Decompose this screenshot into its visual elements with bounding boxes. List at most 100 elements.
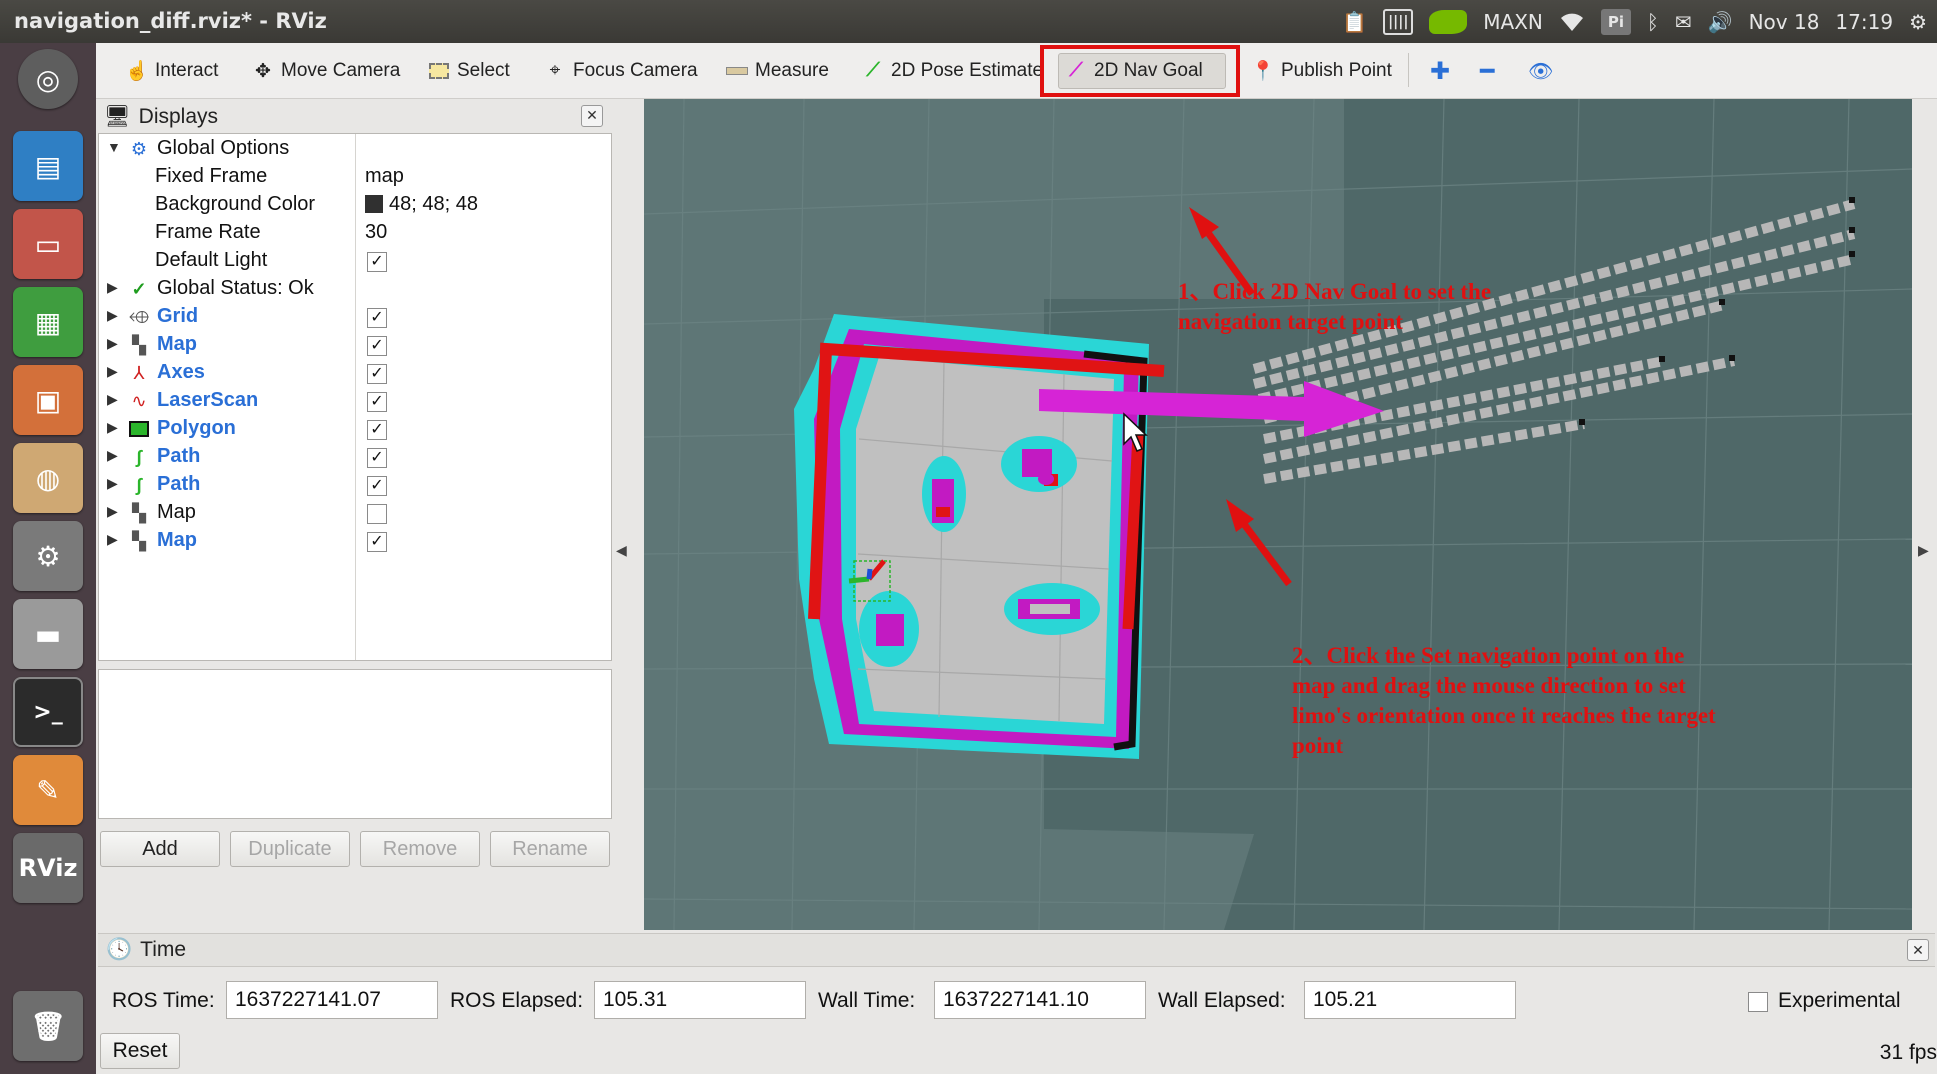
checkbox[interactable]: ✓: [367, 448, 387, 468]
row-value[interactable]: 30: [365, 221, 387, 244]
writer-icon[interactable]: ▤: [13, 131, 83, 201]
step-1-annotation: 1、Click 2D Nav Goal to set the navigatio…: [1178, 279, 1492, 334]
checkbox[interactable]: ✓: [367, 364, 387, 384]
terminal-icon[interactable]: >_: [13, 677, 83, 747]
add-tool-button[interactable]: ✚: [1424, 53, 1456, 89]
tree-row-global-status[interactable]: ▶ ✓ Global Status: Ok: [99, 276, 611, 304]
expand-right-icon[interactable]: ▶: [107, 279, 123, 299]
rename-button[interactable]: Rename: [490, 831, 610, 867]
rviz-icon[interactable]: RViz: [13, 833, 83, 903]
checkbox[interactable]: [367, 504, 387, 524]
bluetooth-icon[interactable]: ᛒ: [1647, 10, 1659, 34]
wall-elapsed-field[interactable]: 105.21: [1304, 981, 1516, 1019]
system-settings-icon[interactable]: ⚙: [13, 521, 83, 591]
publish-point-tool[interactable]: 📍 Publish Point: [1246, 53, 1398, 89]
duplicate-button[interactable]: Duplicate: [230, 831, 350, 867]
tree-row-grid[interactable]: ▶ ⬲ Grid ✓: [99, 304, 611, 332]
volume-icon[interactable]: 🔊: [1708, 10, 1733, 34]
experimental-checkbox[interactable]: [1748, 992, 1768, 1012]
close-icon[interactable]: ✕: [1907, 939, 1929, 961]
expand-right-icon[interactable]: ▶: [107, 531, 123, 551]
tree-row-axes[interactable]: ▶ ⅄ Axes ✓: [99, 360, 611, 388]
row-label: Polygon: [157, 417, 236, 439]
close-icon[interactable]: ✕: [581, 105, 603, 127]
collapse-right-icon[interactable]: ▶: [1918, 543, 1929, 559]
mail-icon[interactable]: ✉: [1675, 10, 1692, 34]
ros-time-field[interactable]: 1637227141.07: [226, 981, 438, 1019]
tree-row-fixed-frame[interactable]: Fixed Frame map: [99, 164, 611, 192]
text-editor-icon[interactable]: ✎: [13, 755, 83, 825]
rviz-window: ☝ Interact ✥ Move Camera Select ⌖ Focus …: [96, 43, 1937, 1074]
window-title: navigation_diff.rviz* - RViz: [14, 9, 327, 33]
view-options-eye-icon[interactable]: 👁: [1522, 53, 1559, 89]
row-label: Path: [157, 445, 201, 467]
row-label: Global Options: [157, 137, 290, 159]
pi-indicator[interactable]: Pi: [1600, 8, 1631, 35]
calc-icon[interactable]: ▦: [13, 287, 83, 357]
expand-right-icon[interactable]: ▶: [107, 447, 123, 467]
clipboard-icon[interactable]: 📋: [1342, 10, 1367, 34]
trash-icon[interactable]: 🗑: [13, 991, 83, 1061]
focus-camera-tool[interactable]: ⌖ Focus Camera: [538, 53, 704, 89]
tree-row-frame-rate[interactable]: Frame Rate 30: [99, 220, 611, 248]
ros-elapsed-field[interactable]: 105.31: [594, 981, 806, 1019]
reset-button[interactable]: Reset: [100, 1033, 180, 1069]
ruler-icon: [726, 60, 748, 82]
map-icon: ▚: [132, 334, 146, 355]
interact-tool[interactable]: ☝ Interact: [120, 53, 224, 89]
files-icon[interactable]: ▭: [13, 209, 83, 279]
3d-view[interactable]: 1、Click 2D Nav Goal to set the navigatio…: [644, 99, 1912, 930]
map-render[interactable]: [644, 99, 1912, 930]
expand-right-icon[interactable]: ▶: [107, 503, 123, 523]
drive-icon[interactable]: ▬: [13, 599, 83, 669]
checkbox[interactable]: ✓: [367, 336, 387, 356]
checkbox[interactable]: ✓: [367, 420, 387, 440]
remove-button[interactable]: Remove: [360, 831, 480, 867]
nvidia-icon[interactable]: [1429, 9, 1468, 34]
row-value[interactable]: map: [365, 165, 404, 188]
wall-time-field[interactable]: 1637227141.10: [934, 981, 1146, 1019]
expand-right-icon[interactable]: ▶: [107, 419, 123, 439]
tree-row-map[interactable]: ▶ ▚ Map ✓: [99, 332, 611, 360]
checkbox[interactable]: ✓: [367, 252, 387, 272]
hand-pointer-icon: ☝: [125, 61, 149, 82]
move-camera-tool[interactable]: ✥ Move Camera: [246, 53, 406, 89]
tree-row-default-light[interactable]: Default Light ✓: [99, 248, 611, 276]
expand-right-icon[interactable]: ▶: [107, 307, 123, 327]
software-center-icon[interactable]: ◍: [13, 443, 83, 513]
power-mode-label[interactable]: MAXN: [1483, 10, 1543, 34]
expand-right-icon[interactable]: ▶: [107, 391, 123, 411]
row-value[interactable]: 48; 48; 48: [365, 193, 478, 216]
tree-row-polygon[interactable]: ▶ Polygon ✓: [99, 416, 611, 444]
tree-row-map[interactable]: ▶ ▚ Map ✓: [99, 528, 611, 556]
date-label[interactable]: Nov 18: [1749, 10, 1820, 34]
remove-tool-button[interactable]: ━: [1474, 53, 1500, 89]
measure-tool[interactable]: Measure: [720, 53, 835, 89]
ubuntu-dash-icon[interactable]: ◎: [18, 49, 78, 109]
clock-label[interactable]: 17:19: [1835, 10, 1893, 34]
checkbox[interactable]: ✓: [367, 476, 387, 496]
tree-row-global-options[interactable]: ▼ ⚙ Global Options: [99, 136, 611, 164]
tree-row-path[interactable]: ▶ ∫ Path ✓: [99, 444, 611, 472]
tree-row-path[interactable]: ▶ ∫ Path ✓: [99, 472, 611, 500]
impress-icon[interactable]: ▣: [13, 365, 83, 435]
checkbox[interactable]: ✓: [367, 392, 387, 412]
ros-elapsed-label: ROS Elapsed:: [450, 989, 584, 1012]
tree-row-laserscan[interactable]: ▶ ∿ LaserScan ✓: [99, 388, 611, 416]
checkbox[interactable]: ✓: [367, 308, 387, 328]
expand-right-icon[interactable]: ▶: [107, 363, 123, 383]
tree-row-map[interactable]: ▶ ▚ Map: [99, 500, 611, 528]
checkbox[interactable]: ✓: [367, 532, 387, 552]
pose-estimate-tool[interactable]: ⟋ 2D Pose Estimate: [856, 53, 1049, 89]
tree-row-background-color[interactable]: Background Color 48; 48; 48: [99, 192, 611, 220]
add-button[interactable]: Add: [100, 831, 220, 867]
clock-icon: 🕓: [106, 938, 133, 961]
system-monitor-icon[interactable]: ||||: [1383, 8, 1414, 35]
collapse-left-icon[interactable]: ◀: [616, 543, 627, 559]
wifi-icon[interactable]: [1559, 11, 1585, 33]
settings-gear-icon[interactable]: ⚙: [1909, 10, 1927, 34]
expand-right-icon[interactable]: ▶: [107, 335, 123, 355]
expand-down-icon[interactable]: ▼: [107, 139, 123, 159]
select-tool[interactable]: Select: [422, 53, 516, 89]
expand-right-icon[interactable]: ▶: [107, 475, 123, 495]
